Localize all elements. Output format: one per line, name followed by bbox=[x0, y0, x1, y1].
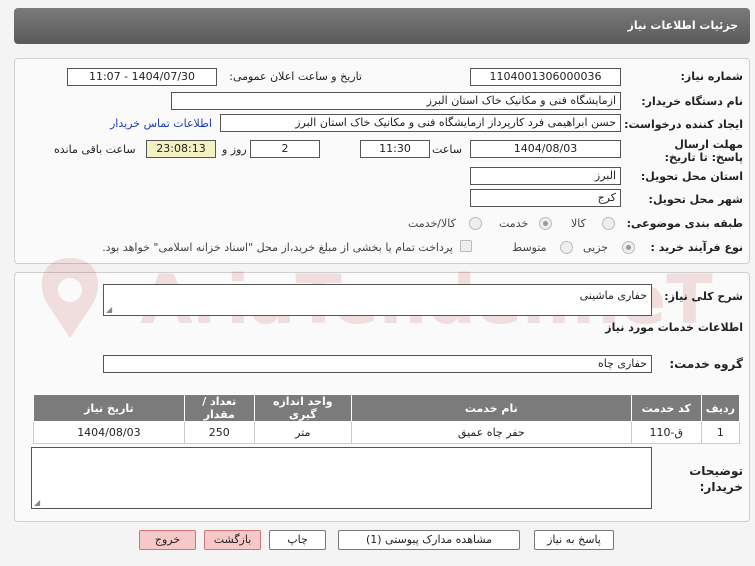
col-service-name: نام خدمت bbox=[350, 394, 632, 422]
remaining-label: ساعت باقی مانده bbox=[54, 143, 136, 156]
resize-handle-icon[interactable]: ◢ bbox=[106, 305, 112, 314]
col-row: ردیف bbox=[700, 394, 741, 422]
creator-label: ایجاد کننده درخواست: bbox=[624, 118, 743, 131]
province-label: استان محل تحویل: bbox=[640, 170, 743, 183]
process-radio-minor[interactable] bbox=[622, 241, 635, 254]
table-row: 1 ق-110 حفر چاه عمیق متر 250 1404/08/03 bbox=[33, 421, 741, 444]
cell-service-name: حفر چاه عمیق bbox=[350, 421, 632, 444]
exit-button[interactable]: خروج bbox=[139, 530, 196, 550]
days-label: روز و bbox=[222, 143, 247, 156]
time-label: ساعت bbox=[432, 143, 462, 156]
category-option-service: خدمت bbox=[499, 217, 529, 230]
page-header: جزئیات اطلاعات نیاز bbox=[14, 8, 750, 44]
col-unit: واحد اندازه گیری bbox=[253, 394, 352, 422]
deadline-label: مهلت ارسال پاسخ: تا تاریخ: bbox=[664, 138, 743, 164]
description-label: شرح کلی نیاز: bbox=[664, 290, 743, 303]
buyer-notes-label: توضیحات خریدار: bbox=[689, 464, 743, 494]
deadline-date-field: 1404/08/03 bbox=[470, 140, 621, 158]
need-info-panel bbox=[14, 58, 750, 264]
treasury-payment-note: پرداخت تمام یا بخشی از مبلغ خرید،از محل … bbox=[102, 241, 453, 254]
category-option-goods: کالا bbox=[571, 217, 586, 230]
need-number-label: شماره نیاز: bbox=[680, 70, 743, 83]
announce-label: تاریخ و ساعت اعلان عمومی: bbox=[229, 70, 362, 83]
category-radio-goods[interactable] bbox=[602, 217, 615, 230]
cell-unit: متر bbox=[253, 421, 352, 444]
print-button[interactable]: چاپ bbox=[269, 530, 326, 550]
col-service-code: کد خدمت bbox=[630, 394, 702, 422]
buyer-org-label: نام دستگاه خریدار: bbox=[641, 95, 743, 108]
reply-button[interactable]: پاسخ به نیاز bbox=[534, 530, 614, 550]
cell-row: 1 bbox=[700, 421, 741, 444]
category-label: طبقه بندی موضوعی: bbox=[626, 217, 743, 230]
cell-service-code: ق-110 bbox=[630, 421, 702, 444]
services-table-header: ردیف کد خدمت نام خدمت واحد اندازه گیری ت… bbox=[33, 394, 741, 422]
services-table: ردیف کد خدمت نام خدمت واحد اندازه گیری ت… bbox=[33, 394, 741, 444]
announce-field: 1404/07/30 - 11:07 bbox=[67, 68, 217, 86]
page-title: جزئیات اطلاعات نیاز bbox=[627, 19, 739, 32]
buyer-org-field: ازمایشگاه فنی و مکانیک خاک استان البرز bbox=[171, 92, 621, 110]
back-button[interactable]: بازگشت bbox=[204, 530, 261, 550]
process-label: نوع فرآیند خرید : bbox=[650, 241, 743, 254]
service-group-field: حفاری چاه bbox=[103, 355, 652, 373]
service-group-label: گروه خدمت: bbox=[669, 357, 743, 371]
services-heading: اطلاعات خدمات مورد نیاز bbox=[605, 321, 743, 334]
city-label: شهر محل تحویل: bbox=[648, 193, 743, 206]
description-text: حفاری ماشینی bbox=[579, 289, 647, 302]
resize-handle-icon[interactable]: ◢ bbox=[34, 498, 40, 507]
category-radio-service[interactable] bbox=[539, 217, 552, 230]
category-radio-goods-service[interactable] bbox=[469, 217, 482, 230]
remaining-time-field: 23:08:13 bbox=[146, 140, 216, 158]
buyer-notes-field: ◢ bbox=[31, 447, 652, 509]
days-field: 2 bbox=[250, 140, 320, 158]
description-field: حفاری ماشینی ◢ bbox=[103, 284, 652, 316]
process-option-medium: متوسط bbox=[512, 241, 547, 254]
cell-quantity: 250 bbox=[183, 421, 255, 444]
treasury-payment-checkbox[interactable] bbox=[460, 240, 472, 252]
deadline-time-field: 11:30 bbox=[360, 140, 430, 158]
process-option-minor: جزیی bbox=[583, 241, 609, 254]
col-need-date: تاریخ نیاز bbox=[33, 394, 185, 422]
province-field: البرز bbox=[470, 167, 621, 185]
need-number-field: 1104001306000036 bbox=[470, 68, 621, 86]
city-field: کرج bbox=[470, 189, 621, 207]
category-option-goods-service: کالا/خدمت bbox=[408, 217, 456, 230]
process-radio-medium[interactable] bbox=[560, 241, 573, 254]
view-attachments-button[interactable]: مشاهده مدارک پیوستی (1) bbox=[338, 530, 520, 550]
creator-field: حسن ابراهیمی فرد کارپرداز ازمایشگاه فنی … bbox=[220, 114, 621, 132]
col-quantity: تعداد / مقدار bbox=[183, 394, 255, 422]
cell-need-date: 1404/08/03 bbox=[33, 421, 185, 444]
contact-buyer-link[interactable]: اطلاعات تماس خریدار bbox=[110, 117, 212, 130]
